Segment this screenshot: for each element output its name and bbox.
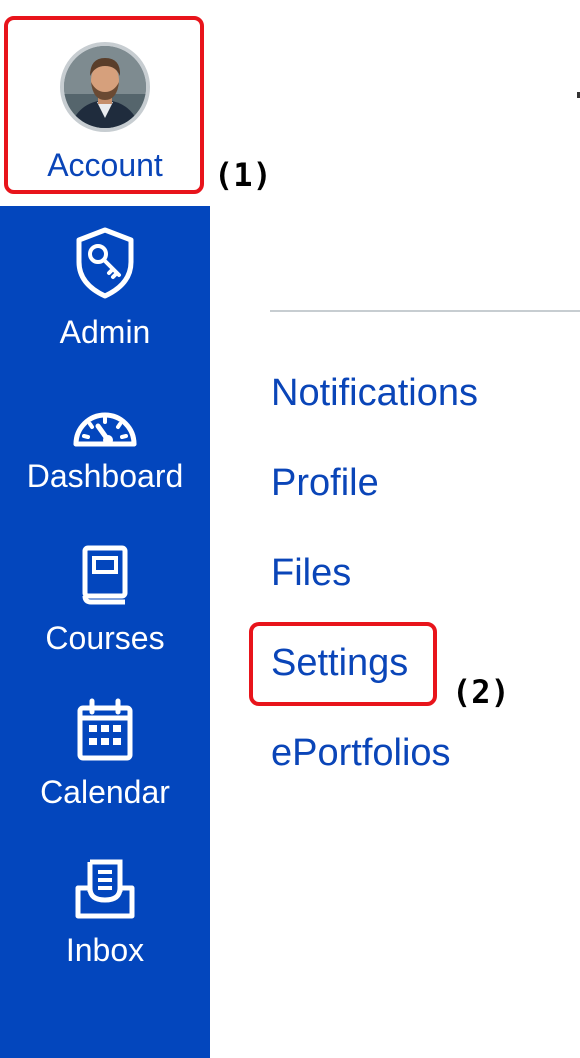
menu-link-notifications[interactable]: Notifications xyxy=(271,368,478,418)
shield-key-icon xyxy=(76,227,134,299)
nav-item-dashboard[interactable]: Dashboard xyxy=(0,402,210,496)
global-nav-rail: Admin Dashboard Courses Calendar Inbox xyxy=(0,206,210,1058)
callout-highlight-account xyxy=(4,16,204,194)
nav-label-courses: Courses xyxy=(45,620,165,656)
speedometer-icon xyxy=(73,412,137,447)
nav-item-calendar[interactable]: Calendar xyxy=(0,698,210,812)
nav-label-inbox: Inbox xyxy=(65,932,145,968)
callout-label-2: (2) xyxy=(452,673,510,711)
callout-highlight-settings xyxy=(249,622,437,706)
menu-link-profile[interactable]: Profile xyxy=(271,458,379,508)
nav-label-admin: Admin xyxy=(59,314,151,350)
menu-link-files[interactable]: Files xyxy=(271,548,351,598)
nav-label-calendar: Calendar xyxy=(40,774,170,810)
callout-label-1: (1) xyxy=(214,156,272,194)
book-icon xyxy=(82,545,128,605)
nav-item-inbox[interactable]: Inbox xyxy=(0,858,210,970)
nav-item-admin[interactable]: Admin xyxy=(0,226,210,352)
calendar-icon xyxy=(77,698,133,761)
tray-divider xyxy=(270,310,580,312)
menu-link-eportfolios[interactable]: ePortfolios xyxy=(271,728,451,778)
inbox-icon xyxy=(75,859,135,919)
nav-label-dashboard: Dashboard xyxy=(26,458,184,494)
nav-item-courses[interactable]: Courses xyxy=(0,544,210,658)
